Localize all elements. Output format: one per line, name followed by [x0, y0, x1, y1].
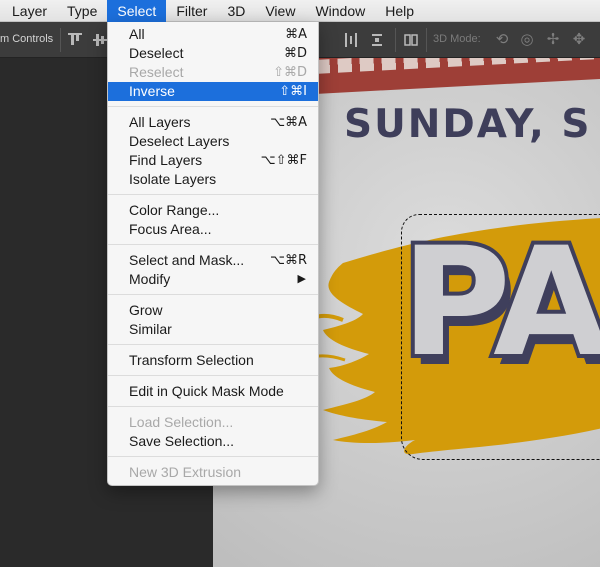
menu-item-label: Load Selection...: [129, 414, 234, 430]
menu-item-all[interactable]: All ⌘A: [108, 25, 318, 44]
menu-item-reselect[interactable]: Reselect ⇧⌘D: [108, 63, 318, 82]
menu-separator: [108, 375, 318, 376]
menu-item-label: Reselect: [129, 64, 184, 80]
menu-separator: [108, 344, 318, 345]
menu-item-grow[interactable]: Grow: [108, 301, 318, 320]
menu-item-label: Deselect Layers: [129, 133, 230, 149]
auto-align-icon[interactable]: [404, 32, 418, 48]
menu-item-all-layers[interactable]: All Layers ⌥⌘A: [108, 113, 318, 132]
rotate-3d-icon[interactable]: ⟲: [492, 30, 512, 50]
menu-window[interactable]: Window: [305, 0, 375, 22]
menu-item-label: New 3D Extrusion: [129, 464, 242, 480]
roll-3d-icon[interactable]: ◎: [517, 30, 537, 50]
menu-item-isolate-layers[interactable]: Isolate Layers: [108, 170, 318, 189]
menu-item-focus-area[interactable]: Focus Area...: [108, 220, 318, 239]
shortcut-label: ⌥⌘A: [270, 115, 307, 130]
menu-item-label: Similar: [129, 321, 172, 337]
menu-type[interactable]: Type: [57, 0, 107, 22]
menu-select[interactable]: Select: [107, 0, 167, 22]
menu-item-similar[interactable]: Similar: [108, 320, 318, 339]
menu-item-new-3d-extrusion[interactable]: New 3D Extrusion: [108, 463, 318, 482]
submenu-arrow-icon: ▶: [297, 273, 306, 285]
party-title-text: PA: [397, 216, 600, 390]
menu-layer[interactable]: Layer: [2, 0, 57, 22]
menu-item-load-selection[interactable]: Load Selection...: [108, 413, 318, 432]
menu-item-label: Color Range...: [129, 202, 220, 218]
align-vertical-center-icon[interactable]: [93, 32, 107, 48]
menu-item-find-layers[interactable]: Find Layers ⌥⇧⌘F: [108, 151, 318, 170]
options-divider: [426, 28, 427, 52]
menu-bar: Layer Type Select Filter 3D View Window …: [0, 0, 600, 22]
menu-view[interactable]: View: [255, 0, 305, 22]
menu-item-label: Edit in Quick Mask Mode: [129, 383, 284, 399]
align-top-icon[interactable]: [68, 32, 82, 48]
menu-item-transform-selection[interactable]: Transform Selection: [108, 351, 318, 370]
menu-item-label: Transform Selection: [129, 352, 254, 368]
menu-separator: [108, 294, 318, 295]
select-dropdown-menu: All ⌘A Deselect ⌘D Reselect ⇧⌘D Inverse …: [107, 22, 319, 486]
banner-text-fragment: [315, 58, 600, 74]
shortcut-label: ⌥⇧⌘F: [260, 153, 307, 168]
menu-separator: [108, 406, 318, 407]
slide-3d-icon[interactable]: ✥: [569, 30, 589, 50]
shortcut-label: ⌘A: [285, 27, 307, 42]
menu-item-label: Inverse: [129, 83, 175, 99]
menu-item-deselect-layers[interactable]: Deselect Layers: [108, 132, 318, 151]
menu-item-label: All: [129, 26, 145, 42]
menu-item-label: Find Layers: [129, 152, 203, 168]
menu-item-label: All Layers: [129, 114, 191, 130]
red-banner-shape: [315, 58, 600, 94]
3d-mode-label: 3D Mode:: [433, 33, 481, 45]
menu-item-quick-mask[interactable]: Edit in Quick Mask Mode: [108, 382, 318, 401]
menu-item-color-range[interactable]: Color Range...: [108, 201, 318, 220]
menu-3d[interactable]: 3D: [217, 0, 255, 22]
menu-item-label: Modify: [129, 271, 171, 287]
menu-item-label: Deselect: [129, 45, 184, 61]
transform-controls-label[interactable]: m Controls: [0, 33, 53, 45]
shortcut-label: ⌘D: [283, 46, 307, 61]
menu-item-modify[interactable]: Modify ▶: [108, 270, 318, 289]
menu-separator: [108, 106, 318, 107]
options-divider: [395, 28, 396, 52]
menu-item-label: Isolate Layers: [129, 171, 217, 187]
menu-item-label: Grow: [129, 302, 163, 318]
menu-item-save-selection[interactable]: Save Selection...: [108, 432, 318, 451]
menu-help[interactable]: Help: [375, 0, 424, 22]
scale-3d-icon[interactable]: ▪: [593, 30, 600, 50]
shortcut-label: ⇧⌘D: [273, 65, 307, 80]
menu-item-label: Select and Mask...: [129, 252, 245, 268]
menu-item-label: Save Selection...: [129, 433, 235, 449]
menu-separator: [108, 194, 318, 195]
drag-3d-icon[interactable]: ✢: [543, 30, 563, 50]
distribute-vertical-icon[interactable]: [344, 32, 358, 48]
menu-separator: [108, 244, 318, 245]
menu-item-select-and-mask[interactable]: Select and Mask... ⌥⌘R: [108, 251, 318, 270]
menu-item-deselect[interactable]: Deselect ⌘D: [108, 44, 318, 63]
menu-item-inverse[interactable]: Inverse ⇧⌘I: [108, 82, 318, 101]
options-divider: [60, 28, 61, 52]
distribute-horizontal-icon[interactable]: [370, 32, 384, 48]
shortcut-label: ⇧⌘I: [279, 84, 307, 99]
menu-filter[interactable]: Filter: [166, 0, 217, 22]
menu-separator: [108, 456, 318, 457]
headline-text: SUNDAY, S: [344, 102, 592, 147]
shortcut-label: ⌥⌘R: [269, 253, 307, 268]
menu-item-label: Focus Area...: [129, 221, 212, 237]
